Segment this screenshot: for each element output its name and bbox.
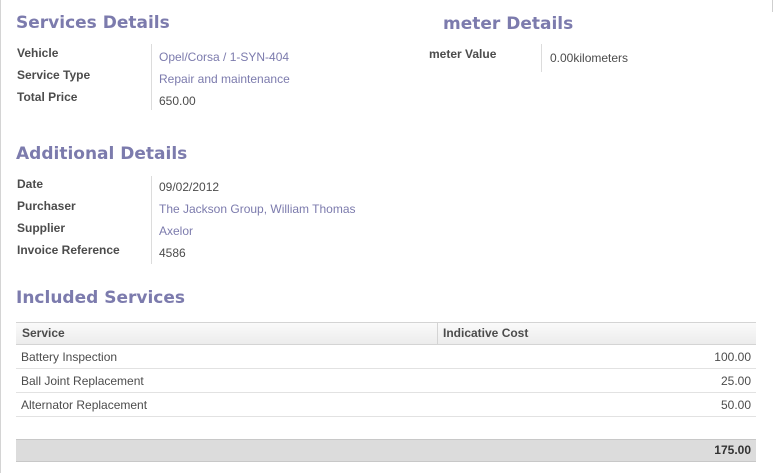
service-name: Battery Inspection bbox=[21, 350, 118, 364]
invoice-reference-label: Invoice Reference bbox=[17, 243, 120, 257]
total-price-value: 650.00 bbox=[159, 94, 196, 108]
meter-value-label: meter Value bbox=[429, 47, 497, 61]
meter-details-separator bbox=[541, 44, 542, 72]
service-cost: 50.00 bbox=[720, 398, 751, 412]
table-row[interactable]: Alternator Replacement 50.00 bbox=[16, 393, 756, 417]
invoice-reference-value: 4586 bbox=[159, 246, 186, 260]
column-separator bbox=[437, 323, 438, 344]
table-row[interactable]: Battery Inspection 100.00 bbox=[16, 345, 756, 369]
total-cost: 175.00 bbox=[714, 443, 751, 457]
supplier-label: Supplier bbox=[17, 221, 66, 235]
meter-value: 0.00kilometers bbox=[550, 51, 628, 65]
service-name: Alternator Replacement bbox=[21, 398, 148, 412]
total-price-label: Total Price bbox=[17, 90, 78, 104]
service-name: Ball Joint Replacement bbox=[21, 374, 144, 388]
included-services-title: Included Services bbox=[16, 288, 186, 308]
additional-details-title: Additional Details bbox=[16, 144, 188, 164]
vehicle-label: Vehicle bbox=[17, 46, 59, 60]
meter-value-number: 0.00 bbox=[550, 51, 574, 65]
service-type-link[interactable]: Repair and maintenance bbox=[159, 72, 290, 86]
table-footer: 175.00 bbox=[16, 439, 756, 462]
services-details-separator bbox=[151, 44, 152, 110]
column-header-service[interactable]: Service bbox=[22, 326, 65, 340]
additional-details-separator bbox=[151, 176, 152, 264]
included-services-table: Service Indicative Cost Battery Inspecti… bbox=[16, 322, 756, 417]
purchaser-link[interactable]: The Jackson Group, William Thomas bbox=[159, 202, 356, 216]
page-left-border bbox=[0, 0, 1, 473]
service-cost: 100.00 bbox=[714, 350, 751, 364]
purchaser-label: Purchaser bbox=[17, 199, 76, 213]
date-value: 09/02/2012 bbox=[159, 180, 220, 194]
service-type-label: Service Type bbox=[17, 68, 91, 82]
meter-details-title: meter Details bbox=[443, 14, 574, 34]
vehicle-link[interactable]: Opel/Corsa / 1-SYN-404 bbox=[159, 50, 289, 64]
date-label: Date bbox=[17, 177, 44, 191]
table-header: Service Indicative Cost bbox=[16, 322, 756, 345]
service-cost: 25.00 bbox=[720, 374, 751, 388]
column-header-indicative-cost[interactable]: Indicative Cost bbox=[443, 326, 528, 340]
supplier-link[interactable]: Axelor bbox=[159, 224, 193, 238]
meter-value-unit: kilometers bbox=[573, 51, 629, 65]
table-row[interactable]: Ball Joint Replacement 25.00 bbox=[16, 369, 756, 393]
services-details-title: Services Details bbox=[16, 13, 170, 33]
